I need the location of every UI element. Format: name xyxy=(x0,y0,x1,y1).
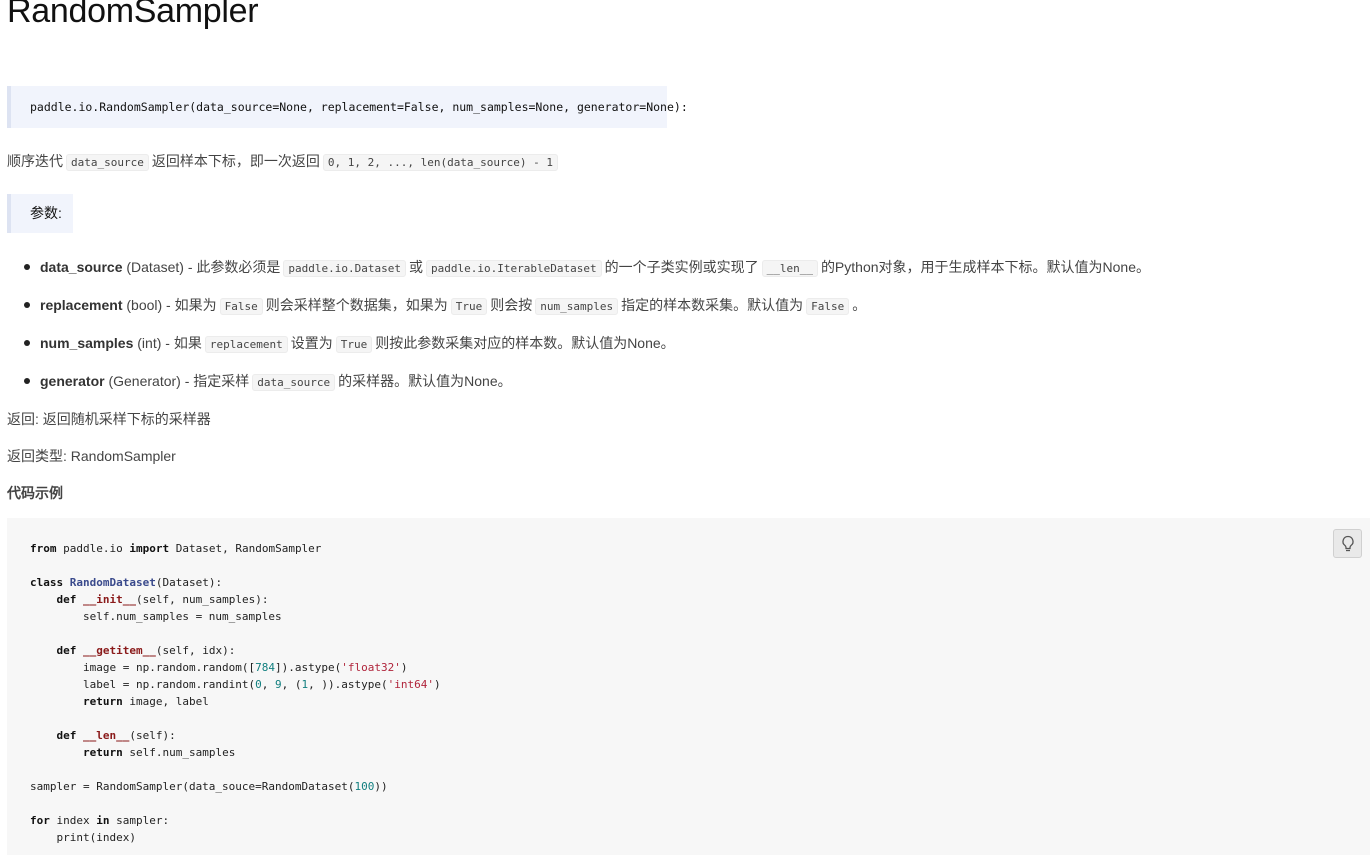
inline-code: True xyxy=(450,298,488,315)
code-line: label = np.random.randint(0, 9, (1, )).a… xyxy=(30,678,441,691)
params-label: 参数: xyxy=(7,194,73,233)
bullet-icon xyxy=(24,302,30,309)
inline-code: paddle.io.IterableDataset xyxy=(426,260,602,277)
param-item-replacement: replacement (bool) - 如果为 False 则会采样整个数据集，如… xyxy=(24,295,866,317)
description: 顺序迭代 data_source 返回样本下标，即一次返回 0, 1, 2, ...,… xyxy=(7,151,561,173)
bullet-icon xyxy=(24,264,30,271)
code-line: self.num_samples = num_samples xyxy=(30,610,282,623)
bullet-icon xyxy=(24,340,30,347)
code-line: image = np.random.random([784]).astype('… xyxy=(30,661,408,674)
code-line: def __getitem__(self, idx): xyxy=(56,644,236,657)
code-line: return self.num_samples xyxy=(82,746,236,759)
code-line: def __len__(self): xyxy=(56,729,176,742)
code-line: sampler = RandomSampler(data_souce=Rando… xyxy=(30,780,388,793)
inline-code: False xyxy=(806,298,850,315)
code-line: from paddle.io import Dataset, RandomSam… xyxy=(30,542,322,555)
code-line: def __init__(self, num_samples): xyxy=(56,593,269,606)
lightbulb-icon[interactable] xyxy=(1333,529,1362,558)
inline-code: paddle.io.Dataset xyxy=(283,260,406,277)
code-line: print(index) xyxy=(30,831,136,844)
inline-code: num_samples xyxy=(535,298,619,315)
returns-text: 返回: 返回随机采样下标的采样器 xyxy=(7,411,211,427)
param-item-data-source: data_source (Dataset) - 此参数必须是 paddle.io.… xyxy=(24,257,1150,279)
bullet-icon xyxy=(24,378,30,385)
doc-page: RandomSampler paddle.io.RandomSampler(da… xyxy=(0,0,1370,855)
code-content: from paddle.io import Dataset, RandomSam… xyxy=(30,540,441,846)
return-type-text: 返回类型: RandomSampler xyxy=(7,448,176,464)
param-item-generator: generator (Generator) - 指定采样 data_source 的… xyxy=(24,371,512,393)
code-line: class RandomDataset(Dataset): xyxy=(30,576,223,589)
param-item-num-samples: num_samples (int) - 如果 replacement 设置为 True… xyxy=(24,333,675,355)
lightbulb-icon-svg xyxy=(1341,535,1354,551)
inline-code: replacement xyxy=(204,336,288,353)
code-line: return image, label xyxy=(82,695,209,708)
api-signature: paddle.io.RandomSampler(data_source=None… xyxy=(7,86,688,128)
inline-code: data_source xyxy=(66,154,149,171)
page-title: RandomSampler xyxy=(7,0,259,30)
code-block: from paddle.io import Dataset, RandomSam… xyxy=(7,518,1370,855)
code-example-heading: 代码示例 xyxy=(7,485,63,501)
inline-code: data_source xyxy=(252,374,336,391)
inline-code: 0, 1, 2, ..., len(data_source) - 1 xyxy=(322,154,559,171)
inline-code: __len__ xyxy=(761,260,818,277)
inline-code: True xyxy=(335,336,373,353)
inline-code: False xyxy=(219,298,263,315)
code-line: for index in sampler: xyxy=(30,814,170,827)
